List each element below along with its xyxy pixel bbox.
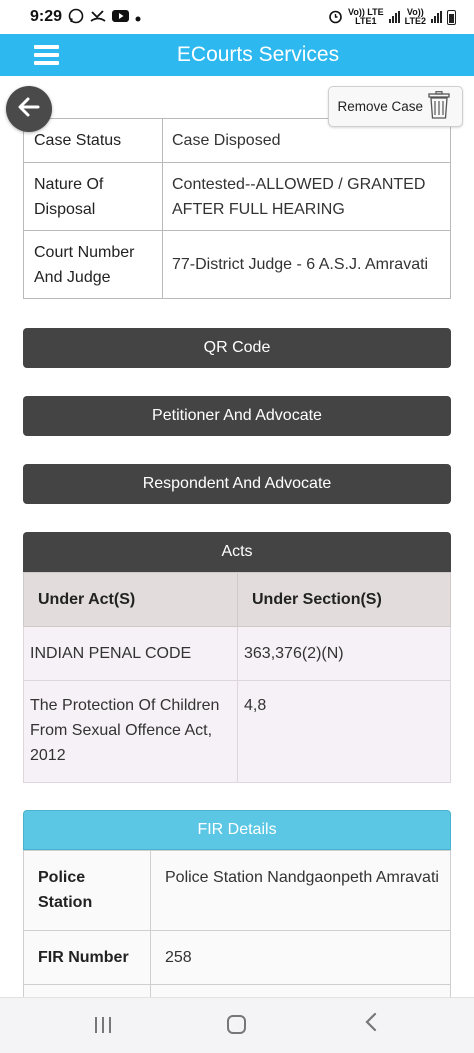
nature-of-disposal-label: Nature Of Disposal — [23, 162, 163, 231]
fir-details-header: FIR Details — [23, 810, 451, 850]
status-left: 9:29 — [30, 8, 141, 27]
home-icon[interactable] — [227, 1015, 246, 1034]
case-detail-content[interactable]: Case Status Case Disposed Nature Of Disp… — [0, 76, 474, 997]
sim2-label-bottom: LTE2 — [404, 16, 426, 26]
table-row: Police Station Police Station Nandgaonpe… — [23, 850, 451, 931]
act-name: The Protection Of Children From Sexual O… — [23, 680, 238, 783]
table-row — [23, 984, 451, 997]
table-row: Court Number And Judge 77-District Judge… — [23, 230, 451, 299]
court-number-label: Court Number And Judge — [23, 230, 163, 299]
table-header-row: Under Act(S) Under Section(S) — [23, 572, 451, 627]
case-details-table: Case Status Case Disposed Nature Of Disp… — [23, 118, 451, 299]
nature-of-disposal-value: Contested--ALLOWED / GRANTED AFTER FULL … — [162, 162, 451, 231]
alarm-icon — [328, 9, 343, 26]
signal-strength-icon — [388, 11, 400, 23]
under-section-header: Under Section(S) — [237, 572, 451, 627]
fir-details-table: Police Station Police Station Nandgaonpe… — [23, 850, 451, 997]
recents-icon[interactable] — [95, 1017, 111, 1033]
acts-table: Under Act(S) Under Section(S) INDIAN PEN… — [23, 572, 451, 783]
act-section: 4,8 — [237, 680, 451, 783]
app-screen: 9:29 Vo)) LTE LTE1 Vo)) LTE2 ECourts Ser… — [0, 0, 474, 1053]
police-station-label: Police Station — [23, 850, 151, 931]
youtube-icon — [112, 9, 130, 25]
under-act-header: Under Act(S) — [23, 572, 238, 627]
sim1-network: Vo)) LTE LTE1 — [348, 8, 384, 26]
act-section: 363,376(2)(N) — [237, 626, 451, 681]
fir-number-value: 258 — [150, 930, 451, 985]
table-row: The Protection Of Children From Sexual O… — [23, 680, 451, 783]
table-row: Nature Of Disposal Contested--ALLOWED / … — [23, 162, 451, 231]
sim1-label-bottom: LTE1 — [355, 16, 377, 26]
signal-strength-icon — [431, 11, 442, 23]
notification-dot-icon — [135, 10, 141, 25]
remove-case-label: Remove Case — [337, 99, 423, 114]
status-bar: 9:29 Vo)) LTE LTE1 Vo)) LTE2 — [0, 0, 474, 34]
battery-icon — [447, 9, 456, 25]
trash-icon — [428, 91, 450, 122]
police-station-value: Police Station Nandgaonpeth Amravati — [150, 850, 451, 931]
arrow-left-icon — [16, 94, 42, 125]
app-bar: ECourts Services — [0, 34, 474, 76]
missed-call-icon — [90, 9, 106, 26]
status-time: 9:29 — [30, 8, 63, 25]
acts-header: Acts — [23, 532, 451, 572]
table-row: INDIAN PENAL CODE 363,376(2)(N) — [23, 626, 451, 681]
table-row: FIR Number 258 — [23, 930, 451, 985]
fir-number-label: FIR Number — [23, 930, 151, 985]
respondent-advocate-button[interactable]: Respondent And Advocate — [23, 464, 451, 504]
hamburger-icon[interactable] — [34, 45, 59, 65]
petitioner-advocate-button[interactable]: Petitioner And Advocate — [23, 396, 451, 436]
sim2-network: Vo)) LTE2 — [405, 8, 426, 26]
status-right: Vo)) LTE LTE1 Vo)) LTE2 — [328, 8, 456, 26]
act-name: INDIAN PENAL CODE — [23, 626, 238, 681]
remove-case-button[interactable]: Remove Case — [328, 86, 463, 127]
system-nav-bar — [0, 997, 474, 1053]
court-number-value: 77-District Judge - 6 A.S.J. Amravati — [162, 230, 451, 299]
qr-code-button[interactable]: QR Code — [23, 328, 451, 368]
whatsapp-icon — [68, 8, 84, 27]
back-button[interactable] — [6, 86, 52, 132]
app-title: ECourts Services — [176, 43, 340, 66]
nav-back-icon[interactable] — [364, 1012, 378, 1038]
